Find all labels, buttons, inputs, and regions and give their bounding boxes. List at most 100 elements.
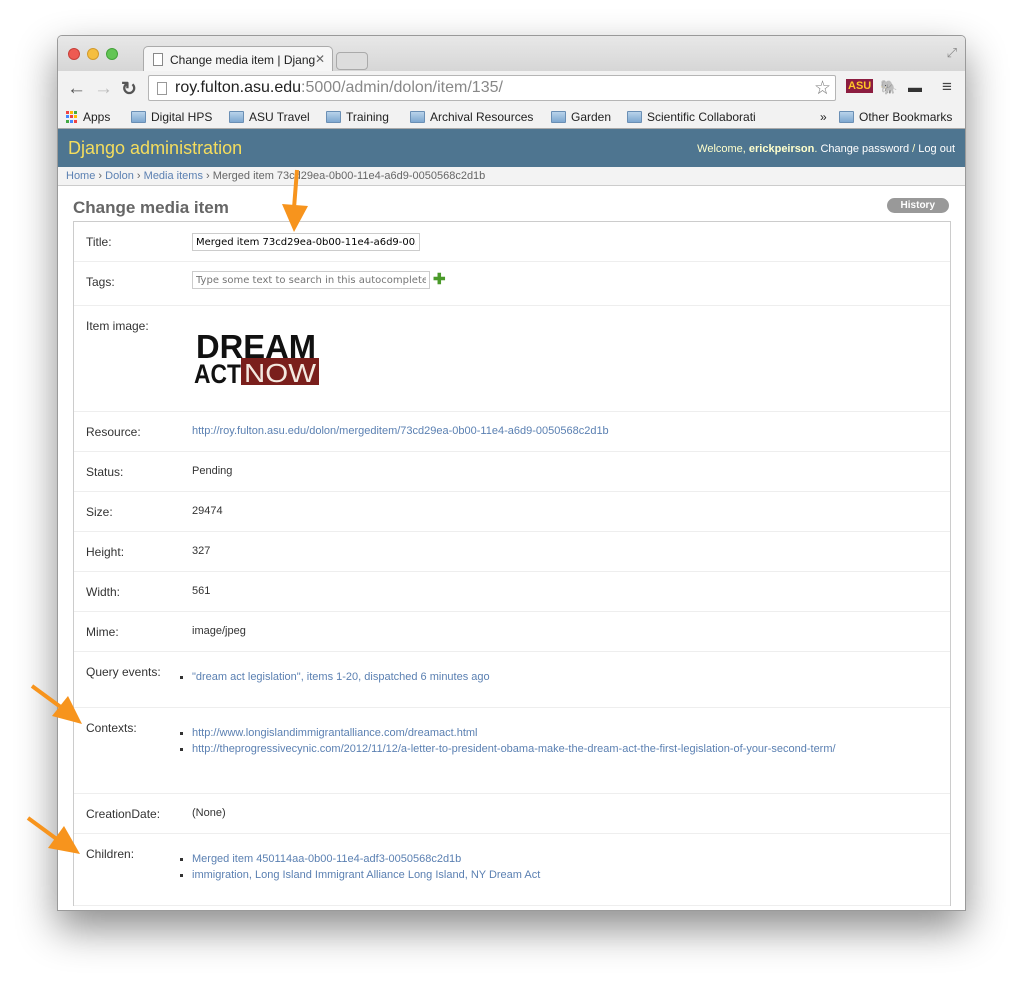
bookmark-apps[interactable]: Apps	[66, 110, 110, 124]
field-creation-date: CreationDate: (None)	[74, 794, 950, 834]
user-tools: Welcome, erickpeirson. Change password /…	[697, 143, 955, 155]
folder-icon	[410, 111, 425, 123]
site-title[interactable]: Django administration	[68, 138, 242, 159]
window-controls	[68, 48, 118, 60]
new-tab-button[interactable]	[336, 52, 368, 70]
username: erickpeirson	[748, 143, 815, 155]
field-resource: Resource: http://roy.fulton.asu.edu/dolon…	[74, 412, 950, 452]
field-mime: Mime: image/jpeg	[74, 612, 950, 652]
field-label: Width:	[86, 585, 121, 599]
context-link[interactable]: http://www.longislandimmigrantalliance.c…	[192, 727, 478, 739]
field-query-events: Query events: "dream act legislation", it…	[74, 652, 950, 708]
page-title: Change media item	[73, 198, 229, 217]
tab-title: Change media item | Djang	[170, 53, 316, 67]
tab-bar: Change media item | Djang ✕ ⤢	[58, 36, 965, 72]
change-form: Title: Tags: ✚ Item image: DREAMACTNOW Re…	[73, 221, 951, 906]
change-password-link[interactable]: Change password	[820, 143, 909, 155]
back-icon[interactable]: ←	[67, 78, 86, 100]
close-window-button[interactable]	[68, 48, 80, 60]
svg-text:NOW: NOW	[244, 358, 317, 386]
folder-icon	[839, 111, 854, 123]
item-image-dream-act-now-logo[interactable]: DREAMACT NOW	[194, 328, 319, 386]
width-value: 561	[192, 585, 211, 597]
zoom-window-button[interactable]	[106, 48, 118, 60]
field-label: Query events:	[86, 665, 161, 679]
tags-input[interactable]	[192, 271, 430, 289]
overflow-chevron-icon: »	[820, 110, 827, 124]
field-label: Status:	[86, 465, 124, 479]
breadcrumb-dolon[interactable]: Dolon	[105, 170, 134, 182]
add-tag-plus-icon[interactable]: ✚	[433, 270, 446, 288]
field-size: Size: 29474	[74, 492, 950, 532]
close-tab-icon[interactable]: ✕	[315, 52, 325, 66]
bookmark-training[interactable]: Training	[326, 110, 389, 124]
bookmark-archival-resources[interactable]: Archival Resources	[410, 110, 533, 124]
field-label: Children:	[86, 847, 135, 861]
field-label: Title:	[86, 235, 112, 249]
field-status: Status: Pending	[74, 452, 950, 492]
child-link[interactable]: Merged item 450114aa-0b00-11e4-adf3-0050…	[192, 853, 461, 865]
resource-link[interactable]: http://roy.fulton.asu.edu/dolon/mergedit…	[192, 425, 609, 437]
field-label: CreationDate:	[86, 807, 161, 821]
height-value: 327	[192, 545, 211, 557]
size-value: 29474	[192, 505, 223, 517]
folder-icon	[131, 111, 146, 123]
field-label: Mime:	[86, 625, 119, 639]
fullscreen-icon[interactable]: ⤢	[947, 45, 957, 61]
field-item-image: Item image: DREAM ACT NOW	[74, 306, 950, 412]
tab-change-media-item[interactable]: Change media item | Djang ✕	[143, 46, 333, 72]
django-header: Django administration Welcome, erickpeir…	[58, 129, 965, 167]
breadcrumb-media-items[interactable]: Media items	[144, 170, 203, 182]
apps-icon	[66, 111, 78, 123]
browser-toolbar: ← → ↻ roy.fulton.asu.edu:5000/admin/dolo…	[58, 71, 965, 106]
folder-icon	[229, 111, 244, 123]
bookmark-digital-hps[interactable]: Digital HPS	[131, 110, 212, 124]
bookmarks-overflow[interactable]: »	[820, 110, 827, 124]
title-input[interactable]	[192, 233, 420, 251]
incognito-extension-icon[interactable]: ▬	[908, 79, 922, 95]
bookmark-asu-travel[interactable]: ASU Travel	[229, 110, 310, 124]
field-label: Resource:	[86, 425, 141, 439]
address-bar[interactable]: roy.fulton.asu.edu:5000/admin/dolon/item…	[148, 75, 836, 101]
creation-date-value: (None)	[192, 807, 226, 819]
folder-icon	[627, 111, 642, 123]
field-contexts: Contexts: http://www.longislandimmigranta…	[74, 708, 950, 794]
breadcrumb-home[interactable]: Home	[66, 170, 95, 182]
bookmark-garden[interactable]: Garden	[551, 110, 611, 124]
field-label: Tags:	[86, 275, 115, 289]
breadcrumb: Home › Dolon › Media items › Merged item…	[58, 167, 965, 186]
status-value: Pending	[192, 465, 233, 477]
page-icon	[153, 53, 163, 66]
bookmark-star-icon[interactable]: ☆	[814, 77, 831, 100]
menu-icon[interactable]: ≡	[942, 77, 952, 97]
bookmark-scientific-collaboration[interactable]: Scientific Collaborati	[627, 110, 756, 124]
reload-icon[interactable]: ↻	[121, 78, 137, 101]
bookmarks-bar: Apps Digital HPS ASU Travel Training Arc…	[58, 106, 965, 129]
field-height: Height: 327	[74, 532, 950, 572]
minimize-window-button[interactable]	[87, 48, 99, 60]
context-link[interactable]: http://theprogressivecynic.com/2012/11/1…	[192, 743, 836, 755]
bookmark-label: Scientific Collaborati	[647, 110, 756, 124]
url-host: roy.fulton.asu.edu	[175, 79, 302, 96]
field-label: Height:	[86, 545, 125, 559]
svg-text:ACT: ACT	[194, 359, 241, 386]
bookmark-label: ASU Travel	[249, 110, 310, 124]
child-link[interactable]: immigration, Long Island Immigrant Allia…	[192, 869, 540, 881]
field-label: Size:	[86, 505, 113, 519]
asu-extension-icon[interactable]: ASU	[846, 79, 874, 93]
history-button[interactable]: History	[886, 198, 949, 213]
folder-icon	[326, 111, 341, 123]
breadcrumb-current: Merged item 73cd29ea-0b00-11e4-a6d9-0050…	[212, 170, 486, 182]
field-label: Contexts:	[86, 721, 137, 735]
evernote-icon[interactable]: 🐘	[880, 79, 897, 96]
bookmark-label: Other Bookmarks	[859, 110, 953, 124]
field-children: Children: Merged item 450114aa-0b00-11e4-…	[74, 834, 950, 906]
logout-link[interactable]: Log out	[918, 143, 955, 155]
forward-icon[interactable]: →	[94, 78, 113, 100]
query-event-link[interactable]: "dream act legislation", items 1-20, dis…	[192, 671, 490, 683]
url-path: :5000/admin/dolon/item/135/	[301, 79, 503, 96]
mime-value: image/jpeg	[192, 625, 246, 637]
bookmark-label: Garden	[571, 110, 612, 124]
bookmark-other-bookmarks[interactable]: Other Bookmarks	[839, 110, 952, 124]
page-icon	[157, 82, 167, 95]
